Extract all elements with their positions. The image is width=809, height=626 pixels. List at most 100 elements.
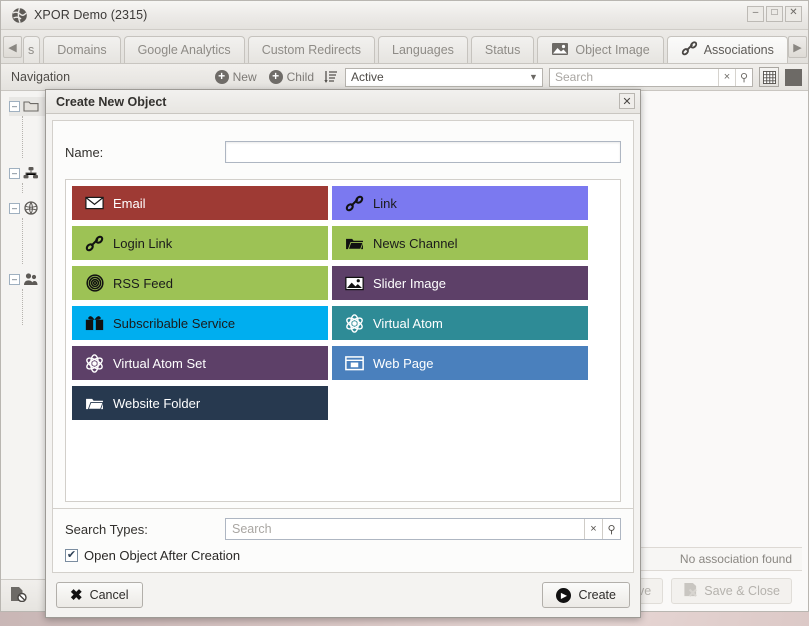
dialog-close-button[interactable]: ✕ — [619, 93, 635, 109]
search-types-row: Search Types: Search × ⚲ — [65, 517, 621, 541]
expander-icon[interactable]: – — [9, 168, 20, 179]
toolbar-search-placeholder: Search — [555, 70, 594, 84]
tabs-scroll-left-button[interactable]: ◀ — [3, 36, 22, 58]
search-types-label: Search Types: — [65, 521, 148, 537]
expander-icon[interactable]: – — [9, 101, 20, 112]
globe-icon — [23, 201, 39, 216]
close-icon: ✕ — [622, 95, 632, 108]
cancel-label: Cancel — [89, 588, 129, 602]
tab-truncated[interactable]: s — [23, 36, 41, 63]
navigation-label: Navigation — [11, 70, 71, 84]
name-row: Name: — [65, 139, 621, 165]
open-after-creation-checkbox[interactable]: ✔ — [65, 549, 78, 562]
check-icon: ✔ — [66, 549, 77, 561]
object-type-email[interactable]: Email — [72, 186, 328, 220]
tab-associations[interactable]: Associations — [666, 36, 788, 63]
globe-icon — [11, 7, 28, 24]
object-type-label: Email — [113, 195, 146, 211]
object-type-label: Link — [373, 195, 397, 211]
tab-label: Languages — [392, 43, 454, 57]
clear-icon[interactable]: × — [718, 68, 735, 86]
dialog-footer: ✖ Cancel ▶ Create — [46, 573, 640, 617]
search-types-placeholder: Search — [232, 522, 272, 536]
create-label: Create — [578, 588, 616, 602]
object-type-web-page[interactable]: Web Page — [332, 346, 588, 380]
search-icon[interactable]: ⚲ — [735, 68, 752, 86]
sort-icon[interactable] — [323, 69, 339, 85]
object-type-label: Virtual Atom — [373, 315, 443, 331]
dialog-title: Create New Object — [56, 94, 167, 109]
object-type-label: Virtual Atom Set — [113, 355, 206, 371]
object-type-slider-image[interactable]: Slider Image — [332, 266, 588, 300]
object-type-website-folder[interactable]: Website Folder — [72, 386, 328, 420]
tab-object-image[interactable]: Object Image — [537, 36, 664, 63]
object-type-label: Subscribable Service — [113, 315, 236, 331]
sitemap-icon — [23, 166, 39, 181]
new-button[interactable]: + New — [212, 70, 260, 84]
status-filter-select[interactable]: Active ▼ — [345, 67, 543, 87]
users-icon — [23, 272, 39, 287]
tab-domains[interactable]: Domains — [43, 36, 121, 63]
grid-view-button[interactable] — [759, 67, 779, 87]
maximize-button[interactable]: □ — [766, 6, 783, 22]
subscribe-icon — [85, 314, 104, 333]
object-type-label: Web Page — [373, 355, 434, 371]
minimize-button[interactable]: – — [747, 6, 764, 22]
object-type-news-channel[interactable]: News Channel — [332, 226, 588, 260]
expander-icon[interactable]: – — [9, 274, 20, 285]
new-label: New — [232, 70, 257, 84]
tab-label: Status — [484, 43, 521, 57]
grid-icon — [762, 70, 776, 84]
cancel-button[interactable]: ✖ Cancel — [56, 582, 143, 608]
browser-icon — [345, 354, 364, 373]
clear-icon[interactable]: × — [584, 519, 602, 539]
dialog-titlebar: Create New Object ✕ — [46, 90, 640, 114]
open-after-creation-label: Open Object After Creation — [84, 548, 241, 563]
object-type-label: News Channel — [373, 235, 458, 251]
close-icon: ✕ — [789, 7, 798, 18]
object-type-rss-feed[interactable]: RSS Feed — [72, 266, 328, 300]
tabs-scroll-right-button[interactable]: ▶ — [788, 36, 807, 58]
search-icon[interactable]: ⚲ — [602, 519, 620, 539]
tab-custom-redirects[interactable]: Custom Redirects — [247, 36, 376, 63]
tab-google-analytics[interactable]: Google Analytics — [123, 36, 245, 63]
toolbar-search-input[interactable]: Search × ⚲ — [549, 67, 753, 87]
object-type-grid: Email Link Login Link News Channel RSS F… — [72, 186, 614, 426]
expander-icon[interactable]: – — [9, 203, 20, 214]
window-controls: – □ ✕ — [747, 6, 802, 22]
tab-languages[interactable]: Languages — [378, 36, 468, 63]
object-type-label: Slider Image — [373, 275, 446, 291]
object-type-label: Website Folder — [113, 395, 201, 411]
square-icon[interactable] — [785, 68, 802, 86]
cancel-x-icon: ✖ — [70, 586, 83, 604]
object-type-list: Email Link Login Link News Channel RSS F… — [65, 179, 621, 502]
object-type-label: RSS Feed — [113, 275, 173, 291]
folder-icon — [23, 99, 39, 114]
chevron-down-icon: ▼ — [529, 72, 538, 82]
chevron-left-icon: ◀ — [8, 41, 17, 54]
folder-open-icon — [85, 394, 104, 413]
app-root: XPOR Demo (2315) – □ ✕ ◀ s Domains Googl… — [0, 0, 809, 626]
object-type-subscribable-service[interactable]: Subscribable Service — [72, 306, 328, 340]
create-button[interactable]: ▶ Create — [542, 582, 630, 608]
name-input[interactable] — [225, 141, 621, 163]
atom-icon — [345, 313, 364, 333]
window-titlebar: XPOR Demo (2315) – □ ✕ — [1, 1, 808, 30]
tab-status[interactable]: Status — [470, 36, 535, 63]
chain-icon — [345, 194, 364, 213]
tab-label: Object Image — [575, 43, 650, 57]
object-type-link[interactable]: Link — [332, 186, 588, 220]
open-after-creation-row[interactable]: ✔ Open Object After Creation — [65, 548, 621, 563]
status-filter-value: Active — [351, 70, 384, 84]
object-type-virtual-atom-set[interactable]: Virtual Atom Set — [72, 346, 328, 380]
plus-circle-icon: + — [214, 70, 229, 84]
object-type-virtual-atom[interactable]: Virtual Atom — [332, 306, 588, 340]
search-types-input[interactable]: Search × ⚲ — [225, 518, 621, 540]
child-button[interactable]: + Child — [266, 70, 317, 84]
close-button[interactable]: ✕ — [785, 6, 802, 22]
object-type-login-link[interactable]: Login Link — [72, 226, 328, 260]
dialog-search-section: Search Types: Search × ⚲ ✔ Open Object A… — [52, 509, 634, 573]
atom-icon — [85, 353, 104, 373]
child-label: Child — [286, 70, 314, 84]
save-and-close-button[interactable]: Save & Close — [671, 578, 792, 604]
